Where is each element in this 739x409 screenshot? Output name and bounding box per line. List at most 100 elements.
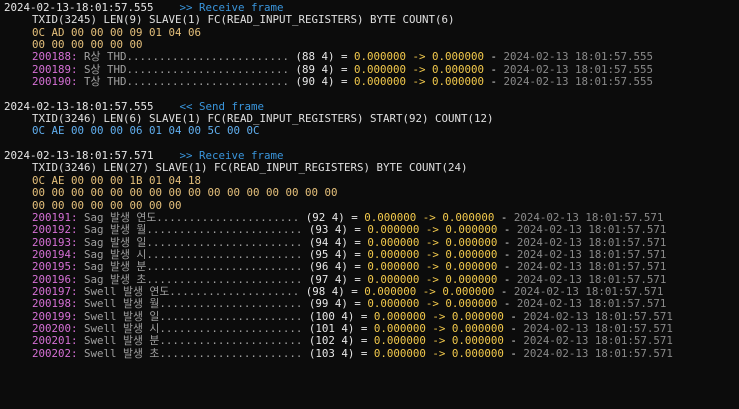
point-arrow: -> — [406, 62, 433, 76]
point-register: (97 4) = — [302, 272, 368, 286]
point-time: 2024-02-13 18:01:57.571 — [513, 210, 664, 224]
point-new-value: 0.000000 — [442, 284, 495, 298]
point-time: 2024-02-13 18:01:57.571 — [513, 284, 664, 298]
point-time: 2024-02-13 18:01:57.571 — [516, 235, 667, 249]
point-new-value: 0.000000 — [445, 260, 498, 274]
point-label: Swell 발생 일...................... — [77, 309, 303, 323]
point-arrow: -> — [419, 297, 446, 311]
frame-direction: >> Receive frame — [179, 149, 284, 163]
point-register: (102 4) = — [302, 334, 374, 348]
point-address: 200201: — [32, 334, 78, 348]
console-output: 2024-02-13-18:01:57.555 >> Receive frame… — [0, 0, 739, 409]
point-address: 200192: — [32, 223, 78, 237]
point-arrow: -> — [419, 247, 446, 261]
hex-line: 0C AE 00 00 00 06 01 04 00 5C 00 0C — [4, 125, 739, 137]
hex-bytes: 0C AD 00 00 00 09 01 04 06 — [32, 25, 202, 39]
point-register: (92 4) = — [299, 210, 365, 224]
point-arrow: -> — [419, 260, 446, 274]
point-time: 2024-02-13 18:01:57.571 — [516, 260, 667, 274]
point-new-value: 0.000000 — [451, 334, 504, 348]
point-dash: - — [497, 297, 517, 311]
point-old-value: 0.000000 — [367, 272, 420, 286]
point-dash: - — [494, 284, 514, 298]
point-old-value: 0.000000 — [373, 346, 426, 360]
point-arrow: -> — [425, 334, 452, 348]
point-time: 2024-02-13 18:01:57.571 — [523, 309, 673, 323]
point-label: Swell 발생 연도.................... — [77, 284, 300, 298]
point-register: (95 4) = — [302, 247, 368, 261]
point-arrow: -> — [416, 284, 443, 298]
point-old-value: 0.000000 — [373, 321, 426, 335]
point-arrow: -> — [425, 346, 452, 360]
point-address: 200199: — [32, 309, 78, 323]
point-label: Swell 발생 분...................... — [77, 334, 303, 348]
point-address: 200193: — [32, 235, 78, 249]
point-address: 200189: — [32, 62, 78, 76]
point-old-value: 0.000000 — [353, 62, 406, 76]
point-new-value: 0.000000 — [445, 272, 498, 286]
point-dash: - — [497, 235, 517, 249]
point-arrow: -> — [419, 272, 446, 286]
point-label: Sag 발생 연도...................... — [77, 210, 300, 224]
point-label: R상 THD......................... — [77, 50, 289, 64]
frame-timestamp: 2024-02-13-18:01:57.571 — [4, 149, 154, 163]
frame-direction: << Send frame — [179, 99, 265, 113]
point-label: Sag 발생 월........................ — [77, 223, 303, 237]
point-old-value: 0.000000 — [367, 297, 420, 311]
point-old-value: 0.000000 — [373, 334, 426, 348]
point-label: S상 THD......................... — [77, 62, 289, 76]
point-register: (94 4) = — [302, 235, 368, 249]
point-register: (98 4) = — [299, 284, 365, 298]
point-new-value: 0.000000 — [451, 309, 504, 323]
hex-bytes: 00 00 00 00 00 00 00 00 00 00 00 00 00 0… — [32, 186, 338, 200]
point-arrow: -> — [419, 235, 446, 249]
point-dash: - — [503, 309, 524, 323]
point-label: Sag 발생 분........................ — [77, 260, 303, 274]
point-time: 2024-02-13 18:01:57.555 — [503, 62, 654, 76]
point-register: (90 4) = — [288, 75, 354, 89]
point-address: 200190: — [32, 75, 78, 89]
point-new-value: 0.000000 — [432, 62, 485, 76]
point-time: 2024-02-13 18:01:57.571 — [523, 346, 673, 360]
point-label: Swell 발생 초...................... — [77, 346, 303, 360]
point-address: 200188: — [32, 50, 78, 64]
point-label: T상 THD......................... — [77, 75, 289, 89]
point-address: 200198: — [32, 297, 78, 311]
point-new-value: 0.000000 — [445, 247, 498, 261]
point-new-value: 0.000000 — [445, 235, 498, 249]
point-row: 200202: Swell 발생 초......................… — [4, 346, 739, 360]
point-dash: - — [494, 210, 514, 224]
point-old-value: 0.000000 — [367, 235, 420, 249]
hex-bytes: 0C AE 00 00 00 06 01 04 00 5C 00 0C — [32, 124, 260, 138]
frame-direction: >> Receive frame — [179, 1, 284, 14]
point-new-value: 0.000000 — [445, 297, 498, 311]
point-address: 200195: — [32, 260, 78, 274]
point-new-value: 0.000000 — [445, 223, 498, 237]
point-arrow: -> — [419, 223, 446, 237]
hex-bytes: 00 00 00 00 00 00 — [32, 38, 143, 52]
point-time: 2024-02-13 18:01:57.571 — [516, 247, 667, 261]
point-old-value: 0.000000 — [364, 284, 417, 298]
point-time: 2024-02-13 18:01:57.555 — [503, 75, 654, 89]
point-address: 200202: — [32, 346, 78, 360]
point-register: (99 4) = — [302, 297, 368, 311]
point-arrow: -> — [416, 210, 443, 224]
point-time: 2024-02-13 18:01:57.571 — [516, 272, 667, 286]
point-dash: - — [484, 50, 504, 64]
point-register: (96 4) = — [302, 260, 368, 274]
point-old-value: 0.000000 — [367, 247, 420, 261]
point-new-value: 0.000000 — [442, 210, 495, 224]
point-new-value: 0.000000 — [432, 50, 485, 64]
point-new-value: 0.000000 — [432, 75, 485, 89]
point-register: (101 4) = — [302, 321, 374, 335]
point-arrow: -> — [425, 321, 452, 335]
point-time: 2024-02-13 18:01:57.571 — [516, 297, 667, 311]
point-address: 200197: — [32, 284, 78, 298]
point-register: (89 4) = — [288, 62, 354, 76]
frame-header-text: TXID(3246) LEN(27) SLAVE(1) FC(READ_INPU… — [32, 161, 468, 175]
point-old-value: 0.000000 — [373, 309, 426, 323]
point-time: 2024-02-13 18:01:57.571 — [523, 321, 673, 335]
point-label: Sag 발생 시........................ — [77, 247, 303, 261]
point-register: (93 4) = — [302, 223, 368, 237]
point-register: (103 4) = — [302, 346, 374, 360]
